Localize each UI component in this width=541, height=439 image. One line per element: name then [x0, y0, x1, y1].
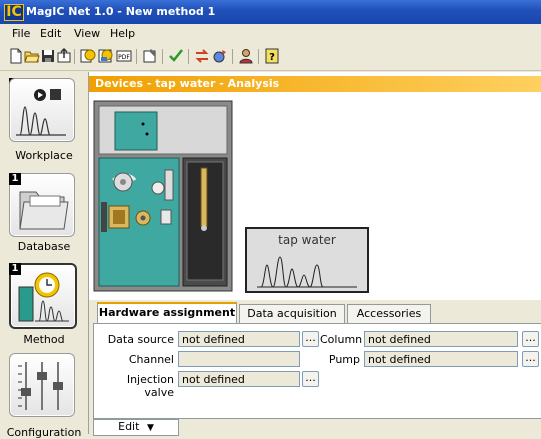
channel-field[interactable] — [178, 351, 300, 367]
report-icon[interactable] — [80, 48, 96, 64]
report2-icon[interactable] — [98, 48, 114, 64]
open-icon[interactable] — [24, 48, 40, 64]
check-icon[interactable] — [168, 48, 184, 64]
toolbar-separator — [232, 49, 233, 64]
injection-valve-browse-button[interactable]: ... — [302, 371, 319, 387]
sidebar-label-method: Method — [23, 333, 65, 346]
pump-field[interactable]: not defined — [364, 351, 518, 367]
app-logo-icon: IC — [4, 4, 24, 21]
new-icon[interactable] — [8, 48, 24, 64]
tab-hardware-assignment[interactable]: Hardware assignment — [97, 302, 237, 324]
svg-text:PDF: PDF — [118, 54, 130, 61]
tabs-area: Hardware assignment Data acquisition Acc… — [89, 300, 541, 436]
tab-data-acquisition[interactable]: Data acquisition — [239, 304, 345, 323]
pdf-icon[interactable]: PDF — [116, 48, 132, 64]
injection-valve-label: Injection valve — [126, 373, 174, 399]
help-icon[interactable]: ? — [264, 48, 280, 64]
database-count-badge: 1 — [9, 173, 21, 185]
menu-edit[interactable]: Edit — [40, 27, 61, 40]
panel-header: Devices - tap water - Analysis — [89, 76, 541, 92]
transfer-icon[interactable] — [194, 48, 210, 64]
sidebar-label-configuration: Configuration — [6, 426, 82, 439]
column-label: Column — [320, 333, 363, 346]
properties-icon[interactable] — [142, 48, 158, 64]
save-icon[interactable] — [40, 48, 56, 64]
sidebar-item-configuration[interactable] — [9, 353, 75, 417]
injection-valve-field[interactable]: not defined — [178, 371, 300, 387]
export-icon[interactable] — [56, 48, 72, 64]
chevron-down-icon: ▼ — [146, 423, 154, 433]
column-field[interactable]: not defined — [364, 331, 518, 347]
toolbar-separator — [162, 49, 163, 64]
toolbar-separator — [74, 49, 75, 64]
menu-view[interactable]: View — [74, 27, 100, 40]
pump-browse-button[interactable]: ... — [522, 351, 539, 367]
channel-label: Channel — [128, 353, 174, 366]
sidebar-label-database: Database — [17, 240, 71, 253]
hardware-assignment-panel: Data source not defined ... Channel Inje… — [93, 323, 541, 419]
workplace-icon — [16, 89, 66, 136]
panel-title: Devices - tap water - Analysis — [95, 77, 280, 90]
menu-help[interactable]: Help — [110, 27, 135, 40]
toolbar-separator — [136, 49, 137, 64]
configuration-icon — [18, 362, 63, 410]
data-source-browse-button[interactable]: ... — [302, 331, 319, 347]
data-source-field[interactable]: not defined — [178, 331, 300, 347]
data-source-label: Data source — [107, 333, 174, 346]
instrument-illustration[interactable] — [93, 100, 235, 294]
sample-label: tap water — [278, 233, 336, 247]
menu-file[interactable]: File — [12, 27, 30, 40]
title-bar: IC MagIC Net 1.0 - New method 1 — [0, 0, 541, 24]
column-browse-button[interactable]: ... — [522, 331, 539, 347]
edit-label: Edit — [118, 420, 140, 433]
user-icon[interactable] — [238, 48, 254, 64]
sidebar-item-workplace[interactable] — [9, 78, 75, 142]
svg-text:?: ? — [269, 52, 275, 63]
sidebar-label-workplace: Workplace — [15, 149, 73, 162]
method-count-badge: 1 — [9, 263, 21, 275]
menu-bar: File Edit View Help — [0, 24, 541, 44]
wizard-icon[interactable] — [212, 48, 228, 64]
sidebar: 1 Workplace 1 Database 1 Method — [0, 72, 88, 439]
toolbar-separator — [188, 49, 189, 64]
sample-card[interactable]: tap water — [245, 227, 369, 293]
main-panel: Devices - tap water - Analysis tap water… — [88, 72, 541, 436]
chromatogram-icon — [257, 256, 357, 288]
toolbar: PDF ? — [0, 44, 541, 71]
window-title: MagIC Net 1.0 - New method 1 — [26, 5, 216, 18]
edit-menu-button[interactable]: Edit ▼ — [93, 419, 179, 436]
toolbar-separator — [258, 49, 259, 64]
pump-label: Pump — [328, 353, 360, 366]
tab-accessories[interactable]: Accessories — [347, 304, 431, 323]
